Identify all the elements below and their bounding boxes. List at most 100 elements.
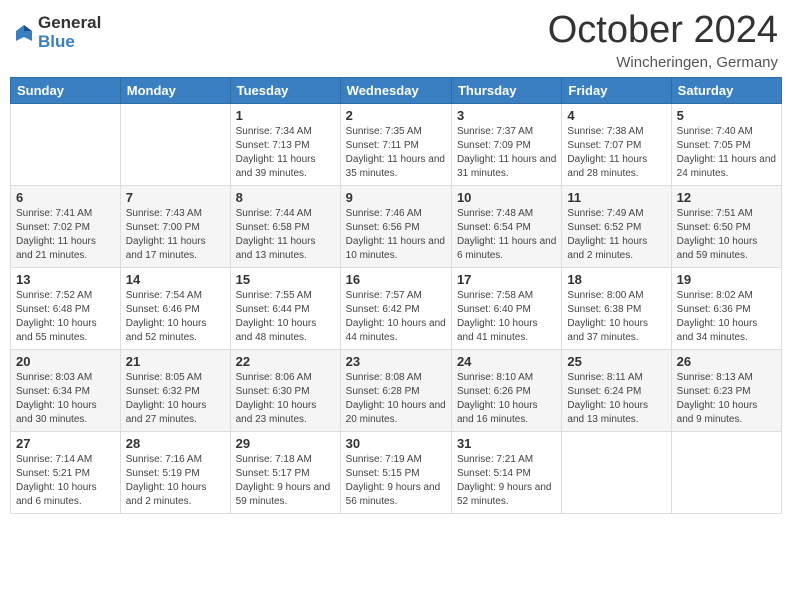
day-detail: Sunrise: 8:00 AM Sunset: 6:38 PM Dayligh… [567, 289, 665, 345]
day-number: 25 [567, 354, 665, 369]
day-detail: Sunrise: 8:03 AM Sunset: 6:34 PM Dayligh… [16, 371, 115, 427]
calendar-day-cell: 20 Sunrise: 8:03 AM Sunset: 6:34 PM Dayli… [11, 349, 121, 431]
calendar-day-cell [11, 103, 121, 185]
day-detail: Sunrise: 7:34 AM Sunset: 7:13 PM Dayligh… [236, 125, 335, 181]
day-detail: Sunrise: 7:49 AM Sunset: 6:52 PM Dayligh… [567, 207, 665, 263]
day-number: 15 [236, 272, 335, 287]
day-number: 18 [567, 272, 665, 287]
day-number: 1 [236, 108, 335, 123]
logo-blue: Blue [38, 33, 101, 52]
calendar-day-cell: 29 Sunrise: 7:18 AM Sunset: 5:17 PM Dayli… [230, 431, 340, 513]
day-detail: Sunrise: 7:58 AM Sunset: 6:40 PM Dayligh… [457, 289, 556, 345]
calendar-day-cell: 11 Sunrise: 7:49 AM Sunset: 6:52 PM Dayli… [562, 185, 671, 267]
day-detail: Sunrise: 7:18 AM Sunset: 5:17 PM Dayligh… [236, 453, 335, 509]
calendar-day-cell: 21Sunrise: 8:05 AM Sunset: 6:32 PM Dayli… [120, 349, 230, 431]
calendar-week-row: 20 Sunrise: 8:03 AM Sunset: 6:34 PM Dayli… [11, 349, 782, 431]
calendar-day-cell: 12 Sunrise: 7:51 AM Sunset: 6:50 PM Dayli… [671, 185, 781, 267]
calendar-week-row: 27 Sunrise: 7:14 AM Sunset: 5:21 PM Dayli… [11, 431, 782, 513]
day-number: 13 [16, 272, 115, 287]
day-detail: Sunrise: 7:37 AM Sunset: 7:09 PM Dayligh… [457, 125, 556, 181]
day-number: 8 [236, 190, 335, 205]
day-number: 27 [16, 436, 115, 451]
day-detail: Sunrise: 7:35 AM Sunset: 7:11 PM Dayligh… [346, 125, 446, 181]
calendar-day-cell: 4 Sunrise: 7:38 AM Sunset: 7:07 PM Daylig… [562, 103, 671, 185]
day-detail: Sunrise: 8:11 AM Sunset: 6:24 PM Dayligh… [567, 371, 665, 427]
title-block: October 2024 Wincheringen, Germany [548, 10, 778, 71]
day-number: 14 [126, 272, 225, 287]
day-number: 7 [126, 190, 225, 205]
calendar-day-cell [671, 431, 781, 513]
day-number: 9 [346, 190, 446, 205]
day-detail: Sunrise: 7:46 AM Sunset: 6:56 PM Dayligh… [346, 207, 446, 263]
day-number: 17 [457, 272, 556, 287]
logo-icon [14, 23, 34, 43]
day-detail: Sunrise: 8:13 AM Sunset: 6:23 PM Dayligh… [677, 371, 776, 427]
day-number: 21 [126, 354, 225, 369]
calendar-day-cell: 25 Sunrise: 8:11 AM Sunset: 6:24 PM Dayli… [562, 349, 671, 431]
day-detail: Sunrise: 7:14 AM Sunset: 5:21 PM Dayligh… [16, 453, 115, 509]
day-number: 10 [457, 190, 556, 205]
calendar-week-row: 6 Sunrise: 7:41 AM Sunset: 7:02 PM Daylig… [11, 185, 782, 267]
day-number: 16 [346, 272, 446, 287]
day-detail: Sunrise: 7:38 AM Sunset: 7:07 PM Dayligh… [567, 125, 665, 181]
calendar-day-cell: 6 Sunrise: 7:41 AM Sunset: 7:02 PM Daylig… [11, 185, 121, 267]
calendar-day-cell: 18 Sunrise: 8:00 AM Sunset: 6:38 PM Dayli… [562, 267, 671, 349]
day-number: 4 [567, 108, 665, 123]
day-detail: Sunrise: 8:10 AM Sunset: 6:26 PM Dayligh… [457, 371, 556, 427]
col-sunday: Sunday [11, 77, 121, 103]
calendar-day-cell: 15 Sunrise: 7:55 AM Sunset: 6:44 PM Dayli… [230, 267, 340, 349]
day-detail: Sunrise: 7:48 AM Sunset: 6:54 PM Dayligh… [457, 207, 556, 263]
col-wednesday: Wednesday [340, 77, 451, 103]
calendar-header-row: Sunday Monday Tuesday Wednesday Thursday… [11, 77, 782, 103]
day-detail: Sunrise: 7:40 AM Sunset: 7:05 PM Dayligh… [677, 125, 776, 181]
calendar-day-cell [562, 431, 671, 513]
calendar-day-cell: 24 Sunrise: 8:10 AM Sunset: 6:26 PM Dayli… [451, 349, 561, 431]
col-friday: Friday [562, 77, 671, 103]
day-detail: Sunrise: 8:08 AM Sunset: 6:28 PM Dayligh… [346, 371, 446, 427]
day-number: 20 [16, 354, 115, 369]
calendar-day-cell: 26Sunrise: 8:13 AM Sunset: 6:23 PM Dayli… [671, 349, 781, 431]
calendar-day-cell: 5 Sunrise: 7:40 AM Sunset: 7:05 PM Daylig… [671, 103, 781, 185]
calendar-day-cell: 30 Sunrise: 7:19 AM Sunset: 5:15 PM Dayli… [340, 431, 451, 513]
day-number: 30 [346, 436, 446, 451]
day-number: 5 [677, 108, 776, 123]
day-number: 29 [236, 436, 335, 451]
day-number: 3 [457, 108, 556, 123]
col-monday: Monday [120, 77, 230, 103]
calendar-day-cell [120, 103, 230, 185]
calendar-day-cell: 13 Sunrise: 7:52 AM Sunset: 6:48 PM Dayli… [11, 267, 121, 349]
col-saturday: Saturday [671, 77, 781, 103]
day-number: 22 [236, 354, 335, 369]
day-detail: Sunrise: 7:16 AM Sunset: 5:19 PM Dayligh… [126, 453, 225, 509]
calendar-week-row: 13 Sunrise: 7:52 AM Sunset: 6:48 PM Dayli… [11, 267, 782, 349]
day-detail: Sunrise: 7:51 AM Sunset: 6:50 PM Dayligh… [677, 207, 776, 263]
day-number: 2 [346, 108, 446, 123]
day-detail: Sunrise: 7:54 AM Sunset: 6:46 PM Dayligh… [126, 289, 225, 345]
day-detail: Sunrise: 8:06 AM Sunset: 6:30 PM Dayligh… [236, 371, 335, 427]
day-number: 11 [567, 190, 665, 205]
calendar-day-cell: 28Sunrise: 7:16 AM Sunset: 5:19 PM Dayli… [120, 431, 230, 513]
calendar-day-cell: 9 Sunrise: 7:46 AM Sunset: 6:56 PM Daylig… [340, 185, 451, 267]
day-detail: Sunrise: 7:43 AM Sunset: 7:00 PM Dayligh… [126, 207, 225, 263]
logo-text: General Blue [38, 14, 101, 51]
calendar-day-cell: 17 Sunrise: 7:58 AM Sunset: 6:40 PM Dayli… [451, 267, 561, 349]
day-number: 12 [677, 190, 776, 205]
day-detail: Sunrise: 7:55 AM Sunset: 6:44 PM Dayligh… [236, 289, 335, 345]
page-header: General Blue October 2024 Wincheringen, … [10, 10, 782, 71]
day-detail: Sunrise: 7:44 AM Sunset: 6:58 PM Dayligh… [236, 207, 335, 263]
day-detail: Sunrise: 7:19 AM Sunset: 5:15 PM Dayligh… [346, 453, 446, 509]
day-detail: Sunrise: 7:52 AM Sunset: 6:48 PM Dayligh… [16, 289, 115, 345]
day-number: 31 [457, 436, 556, 451]
calendar-day-cell: 2 Sunrise: 7:35 AM Sunset: 7:11 PM Daylig… [340, 103, 451, 185]
location: Wincheringen, Germany [548, 54, 778, 71]
day-detail: Sunrise: 7:21 AM Sunset: 5:14 PM Dayligh… [457, 453, 556, 509]
calendar-day-cell: 1 Sunrise: 7:34 AM Sunset: 7:13 PM Daylig… [230, 103, 340, 185]
calendar-day-cell: 27 Sunrise: 7:14 AM Sunset: 5:21 PM Dayli… [11, 431, 121, 513]
calendar-day-cell: 10 Sunrise: 7:48 AM Sunset: 6:54 PM Dayli… [451, 185, 561, 267]
day-number: 6 [16, 190, 115, 205]
day-detail: Sunrise: 7:41 AM Sunset: 7:02 PM Dayligh… [16, 207, 115, 263]
calendar-table: Sunday Monday Tuesday Wednesday Thursday… [10, 77, 782, 514]
calendar-day-cell: 8 Sunrise: 7:44 AM Sunset: 6:58 PM Daylig… [230, 185, 340, 267]
calendar-day-cell: 7 Sunrise: 7:43 AM Sunset: 7:00 PM Daylig… [120, 185, 230, 267]
day-number: 24 [457, 354, 556, 369]
